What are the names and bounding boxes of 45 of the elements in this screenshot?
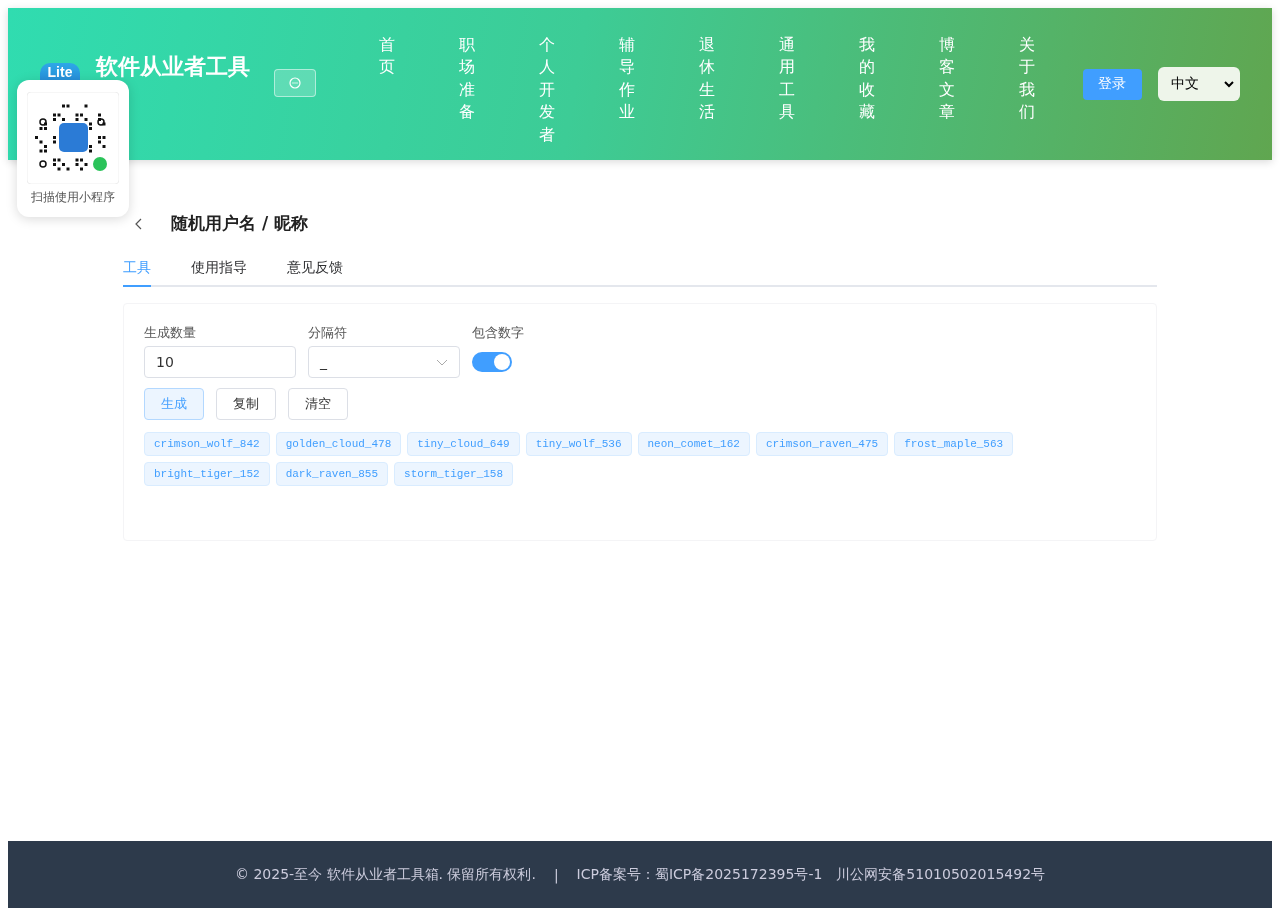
username-tag: tiny_wolf_536 [525, 432, 632, 456]
field-label: 生成数量 [144, 324, 197, 342]
page-title: 随机用户名 / 昵称 [171, 212, 309, 235]
separator-select[interactable]: _ [308, 346, 460, 378]
count-input[interactable]: 10 [144, 346, 296, 378]
copyright-text: © 2025-至今 软件从业者工具箱. 保留所有权利. [234, 865, 536, 884]
nav-link[interactable]: 首页 [378, 34, 395, 146]
nav-link[interactable]: 辅导作业 [618, 34, 635, 146]
username-tag: crimson_wolf_842 [144, 432, 270, 456]
tab[interactable]: 使用指导 [191, 253, 247, 287]
site-title: 软件从业者工具 [96, 55, 250, 79]
field-label: 包含数字 [472, 324, 524, 342]
username-tag: dark_raven_855 [275, 462, 389, 486]
toggle-switch[interactable] [472, 352, 512, 372]
action-button[interactable]: 清空 [288, 388, 348, 420]
nav-link[interactable]: 关于我们 [1018, 34, 1035, 146]
nav-link[interactable]: 退休生活 [698, 34, 715, 146]
action-button[interactable]: 复制 [216, 388, 276, 420]
tab[interactable]: 意见反馈 [287, 253, 343, 287]
police-link[interactable]: 川公网安备51010502015492号 [836, 865, 1046, 884]
nav-link[interactable]: 通用工具 [778, 34, 795, 146]
icp-link[interactable]: ICP备案号：蜀ICP备2025172395号-1 [576, 865, 823, 884]
username-tag: tiny_cloud_649 [407, 432, 520, 456]
language-select[interactable]: 中文 [1158, 67, 1240, 101]
login-button[interactable]: 登录 [1082, 68, 1143, 100]
username-tag: golden_cloud_478 [275, 432, 402, 456]
username-tag: neon_comet_162 [637, 432, 750, 456]
username-tag: storm_tiger_158 [394, 462, 514, 486]
chat-bubble-icon [289, 77, 301, 89]
chevron-down-icon [436, 358, 448, 366]
field-label: 分隔符 [308, 324, 348, 342]
back-icon[interactable] [135, 217, 143, 230]
chat-button[interactable] [274, 69, 316, 97]
username-tag: bright_tiger_152 [144, 462, 270, 486]
caret-icon [1224, 80, 1234, 88]
nav-link[interactable]: 个人开发者 [538, 34, 555, 146]
nav-link[interactable]: 博客文章 [938, 34, 955, 146]
username-tag: crimson_raven_475 [755, 432, 889, 456]
action-button[interactable]: 生成 [144, 388, 204, 420]
tab[interactable]: 工具 [123, 253, 151, 287]
nav-link[interactable]: 职场准备 [458, 34, 475, 146]
nav-link[interactable]: 我的收藏 [858, 34, 875, 146]
qr-caption: 扫描使用小程序 [31, 189, 115, 206]
separator-text: | [553, 866, 559, 883]
username-tag: frost_maple_563 [894, 432, 1014, 456]
